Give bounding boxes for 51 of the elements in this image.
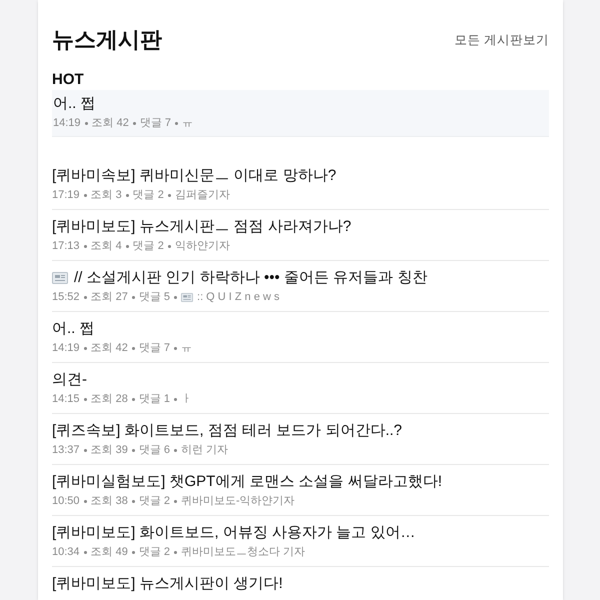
post-time: 17:19 [52, 188, 80, 203]
post-time: 13:37 [52, 443, 80, 458]
author-name: 퀴바미보도ㅡ청소다 기자 [181, 545, 306, 560]
newspaper-icon [52, 272, 68, 284]
view-count: 조회 3 [90, 188, 122, 203]
post-title[interactable]: [퀴바미속보] 퀴바미신문ㅡ 이대로 망하나? [52, 165, 336, 187]
post-time: 15:52 [52, 290, 80, 305]
post-title[interactable]: 어.. 쩝 [52, 318, 95, 340]
author-name: :: Q U I Z n e w s [197, 290, 280, 305]
comment-count: 댓글 6 [138, 443, 170, 458]
comment-count: 댓글 7 [138, 341, 170, 356]
comment-count: 댓글 2 [138, 545, 170, 560]
post-title[interactable]: 어.. 쩝 [53, 93, 96, 115]
newspaper-icon [181, 292, 194, 302]
post-time: 14:19 [53, 116, 81, 131]
view-count: 조회 42 [90, 341, 128, 356]
hot-label: HOT [52, 70, 85, 90]
author-name: ㅠ [181, 341, 192, 356]
view-count: 조회 27 [90, 290, 128, 305]
author-name: ㅠ [182, 116, 194, 131]
view-count: 조회 42 [92, 116, 129, 131]
post-title[interactable]: [퀴즈속보] 화이트보드, 점점 테러 보드가 되어간다..? [52, 420, 402, 442]
author-name: 퀴바미보도-익하얀기자 [181, 494, 295, 509]
author-name: 히런 기자 [181, 443, 228, 458]
view-count: 조회 49 [90, 545, 128, 560]
post-title[interactable]: [퀴바미실험보도] 챗GPT에게 로맨스 소설을 써달라고했다! [52, 471, 442, 493]
comment-count: 댓글 5 [138, 290, 170, 305]
view-count: 조회 4 [90, 239, 122, 254]
view-count: 조회 28 [90, 392, 128, 407]
post-title[interactable]: // 소설게시판 인기 하락하나 ••• 줄어든 유저들과 칭찬 [74, 267, 428, 289]
comment-count: 댓글 2 [132, 188, 164, 203]
post-title[interactable]: [퀴바미보도] 뉴스게시판ㅡ 점점 사라져가나? [52, 216, 352, 238]
post-time: 14:19 [52, 341, 80, 356]
all-boards-link[interactable]: 모든 게시판보기 [454, 30, 549, 50]
comment-count: 댓글 7 [140, 116, 172, 131]
comment-count: 댓글 2 [138, 494, 170, 509]
post-time: 10:34 [52, 545, 80, 560]
comment-count: 댓글 1 [138, 392, 170, 407]
author-name: 김퍼즐기자 [174, 188, 230, 203]
post-title[interactable]: [퀴바미보도] 화이트보드, 어뷰징 사용자가 늘고 있어… [52, 522, 416, 544]
post-title[interactable]: 의견- [52, 369, 87, 391]
post-time: 17:13 [52, 239, 80, 254]
board-title: 뉴스게시판 [52, 26, 162, 54]
author-name: 익하얀기자 [174, 239, 230, 254]
view-count: 조회 39 [90, 443, 128, 458]
view-count: 조회 38 [90, 494, 128, 509]
author-name: ㅏ [181, 392, 192, 407]
comment-count: 댓글 2 [132, 239, 164, 254]
post-time: 10:50 [52, 494, 80, 509]
post-time: 14:15 [52, 392, 80, 407]
post-title[interactable]: [퀴바미보도] 뉴스게시판이 생기다! [52, 573, 283, 595]
